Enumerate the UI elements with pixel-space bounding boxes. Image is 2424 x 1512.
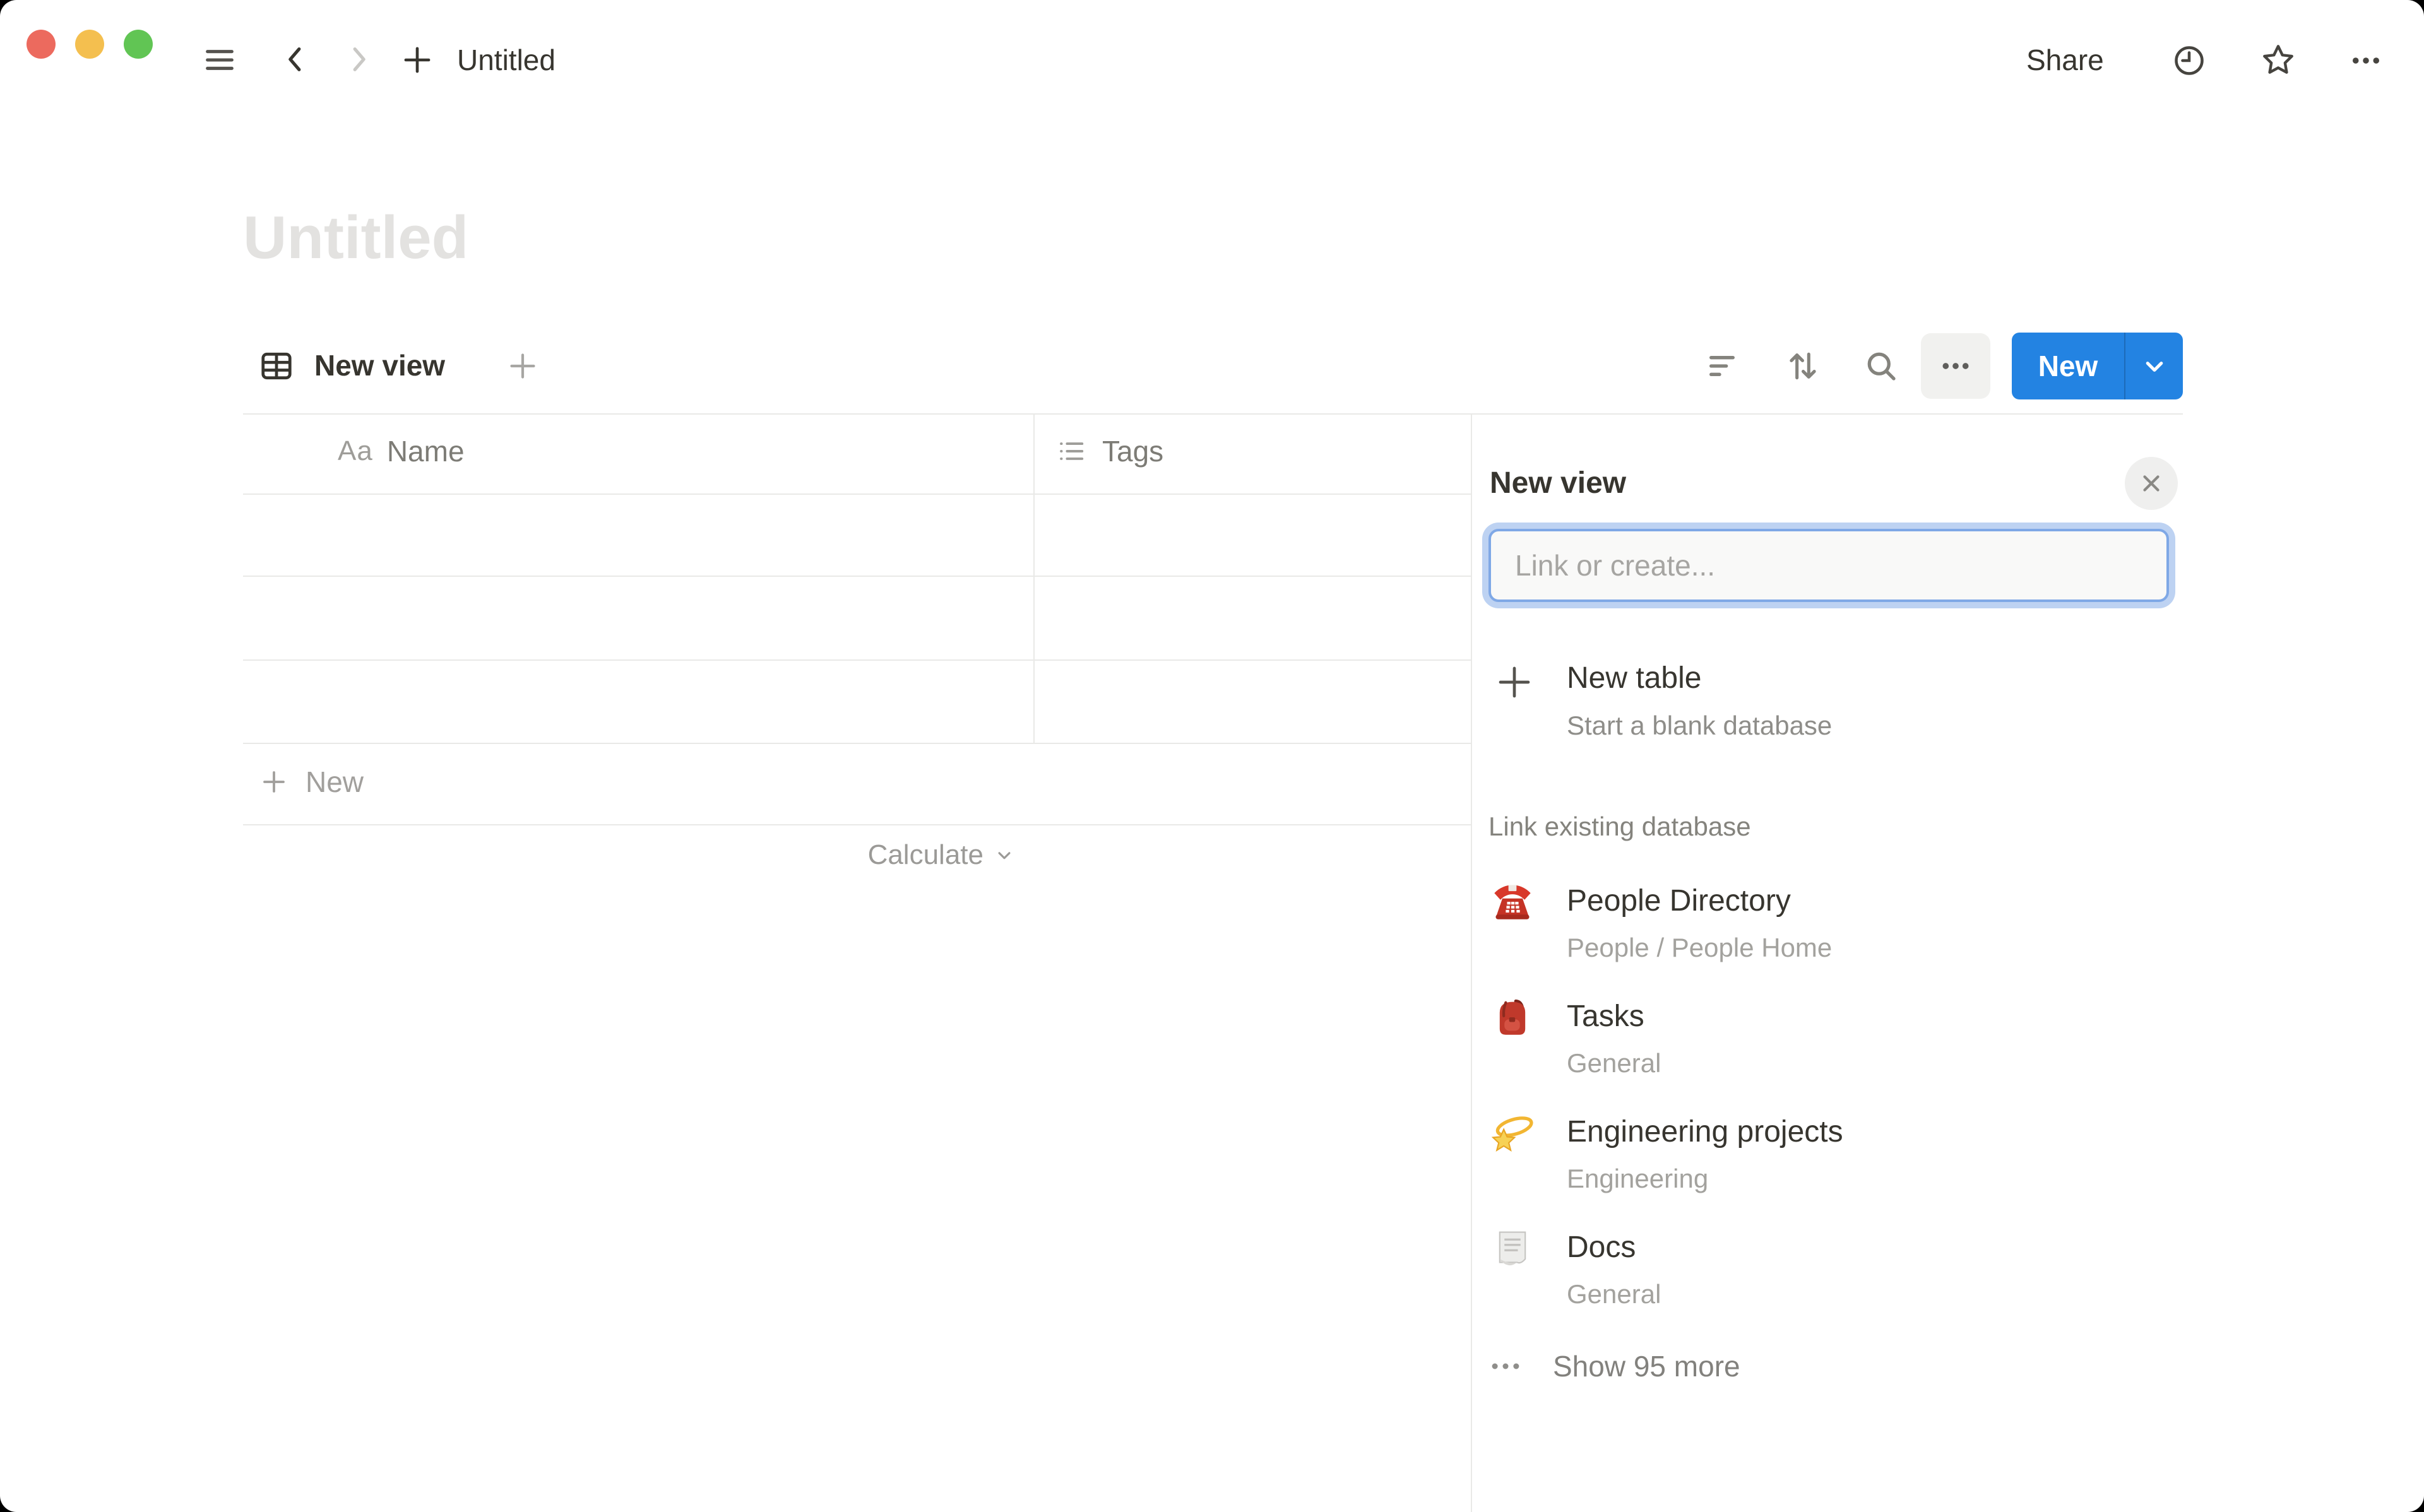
database-location: Engineering <box>1567 1164 1708 1194</box>
filter-icon[interactable] <box>1704 346 1745 386</box>
telephone-icon <box>1491 880 1534 923</box>
database-location: People / People Home <box>1567 933 1832 963</box>
table-row[interactable] <box>243 577 1471 658</box>
calculate-button[interactable]: Calculate <box>745 839 1016 871</box>
backpack-icon <box>1491 995 1534 1038</box>
table-row[interactable] <box>243 495 1471 576</box>
minimize-window-button[interactable] <box>75 30 104 59</box>
new-table-option[interactable]: New table Start a blank database <box>1488 650 2183 757</box>
back-icon[interactable] <box>278 42 313 77</box>
database-title: Engineering projects <box>1567 1114 1843 1149</box>
more-options-icon[interactable] <box>2347 42 2385 80</box>
database-title: People Directory <box>1567 883 1791 918</box>
column-divider[interactable] <box>1033 413 1035 744</box>
calculate-label: Calculate <box>868 839 983 871</box>
database-title: Tasks <box>1567 999 1644 1034</box>
add-row-label: New <box>306 765 364 799</box>
view-options-button[interactable] <box>1921 333 1990 399</box>
close-window-button[interactable] <box>27 30 56 59</box>
bulleted-list-icon <box>1055 435 1088 468</box>
document-icon <box>1491 1226 1534 1269</box>
database-list-item[interactable]: Tasks General <box>1488 981 2183 1097</box>
database-location: General <box>1567 1279 1661 1309</box>
show-more-label: Show 95 more <box>1553 1349 1740 1383</box>
database-list-item[interactable]: Engineering projects Engineering <box>1488 1097 2183 1212</box>
add-view-plus-icon[interactable] <box>505 348 540 384</box>
column-header-label: Tags <box>1102 434 1163 468</box>
close-panel-button[interactable] <box>2125 457 2178 510</box>
new-record-split-button: New <box>2012 333 2183 399</box>
favorite-star-icon[interactable] <box>2259 40 2298 80</box>
new-record-dropdown-chevron-icon[interactable] <box>2125 333 2183 399</box>
add-row-button[interactable]: New <box>259 765 364 799</box>
new-record-button[interactable]: New <box>2012 333 2125 399</box>
panel-divider[interactable] <box>1471 413 1472 1512</box>
panel-title: New view <box>1490 466 1626 500</box>
column-header-tags[interactable]: Tags <box>1055 434 1163 468</box>
database-list-item[interactable]: People Directory People / People Home <box>1488 866 2183 981</box>
history-clock-icon[interactable] <box>2170 42 2208 80</box>
table-view-icon <box>258 347 295 385</box>
new-table-subtitle: Start a blank database <box>1567 711 1832 741</box>
sidebar-menu-icon[interactable] <box>201 42 238 78</box>
dizzy-star-icon <box>1491 1111 1534 1154</box>
link-or-create-input[interactable] <box>1488 529 2169 602</box>
search-icon[interactable] <box>1861 346 1901 386</box>
new-page-plus-icon[interactable] <box>399 42 436 78</box>
app-window: Untitled Share Untitled N <box>0 0 2424 1512</box>
database-location: General <box>1567 1048 1661 1078</box>
divider <box>243 743 1471 744</box>
divider <box>243 824 1471 825</box>
column-header-label: Name <box>387 434 465 468</box>
new-table-title: New table <box>1567 661 1701 695</box>
database-title: Docs <box>1567 1230 1636 1265</box>
text-type-icon: Aa <box>338 435 373 467</box>
share-button[interactable]: Share <box>2026 43 2104 77</box>
page-title[interactable]: Untitled <box>243 203 468 273</box>
show-more-button[interactable]: Show 95 more <box>1488 1340 1740 1392</box>
database-list: People Directory People / People Home Ta… <box>1488 866 2183 1328</box>
tab-new-view[interactable]: New view <box>314 348 445 382</box>
link-existing-database-label: Link existing database <box>1488 812 1751 842</box>
database-list-item[interactable]: Docs General <box>1488 1212 2183 1328</box>
divider <box>243 413 2183 415</box>
ellipsis-icon <box>1488 1349 1523 1383</box>
sort-icon[interactable] <box>1783 346 1823 386</box>
close-icon <box>2138 470 2165 497</box>
forward-icon[interactable] <box>341 42 376 77</box>
breadcrumb-title[interactable]: Untitled <box>457 43 556 77</box>
column-header-name[interactable]: Aa Name <box>338 434 465 468</box>
plus-icon <box>1494 661 1535 703</box>
chevron-down-icon <box>992 843 1016 867</box>
table-row[interactable] <box>243 661 1471 741</box>
plus-icon <box>259 767 289 797</box>
zoom-window-button[interactable] <box>124 30 153 59</box>
